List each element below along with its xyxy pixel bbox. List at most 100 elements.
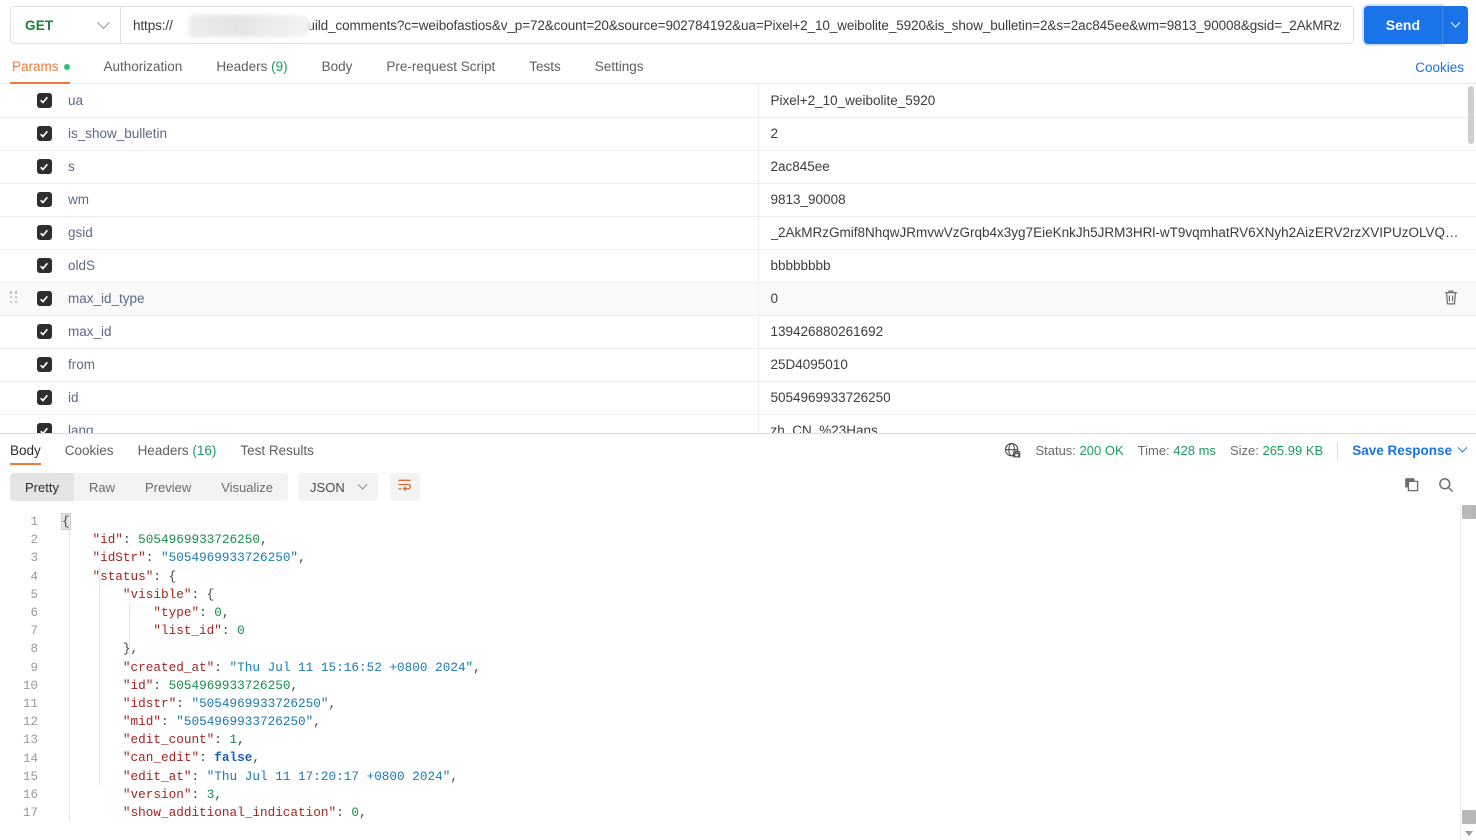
param-value[interactable]: bbbbbbbb — [771, 258, 1461, 273]
param-checkbox[interactable] — [36, 92, 52, 108]
param-checkbox[interactable] — [36, 357, 52, 372]
param-key[interactable]: max_id_type — [68, 291, 145, 306]
param-value[interactable]: 2 — [771, 126, 1461, 141]
line-number: 11 — [22, 697, 38, 712]
copy-icon[interactable] — [1404, 477, 1420, 498]
row-drag-handle[interactable] — [0, 183, 30, 217]
line-number: 12 — [22, 715, 38, 730]
save-response-button[interactable]: Save Response — [1352, 442, 1468, 458]
param-value[interactable]: Pixel+2_10_weibolite_5920 — [771, 93, 1461, 108]
param-value[interactable]: zh_CN_%23Hans — [771, 423, 1461, 433]
tab-tests[interactable]: Tests — [527, 59, 571, 83]
scrollbar-thumb-bottom[interactable] — [1462, 810, 1476, 824]
search-icon[interactable] — [1438, 477, 1454, 498]
body-view-visualize[interactable]: Visualize — [206, 473, 288, 501]
postman-window: GET https:// 2/comments/build_comments?c… — [0, 0, 1476, 840]
param-checkbox[interactable] — [36, 192, 52, 207]
row-drag-handle[interactable] — [0, 282, 30, 316]
send-options-button[interactable] — [1442, 6, 1468, 44]
table-row[interactable]: id 5054969933726250 — [0, 381, 1476, 415]
tab-params[interactable]: Params — [10, 59, 80, 84]
request-tabs: Params Authorization Headers (9) Body Pr… — [0, 50, 1476, 84]
response-meta: Status: 200 OK Time: 428 ms Size: 265.99… — [1004, 441, 1468, 460]
param-checkbox[interactable] — [36, 291, 52, 306]
row-drag-handle[interactable] — [0, 117, 30, 151]
row-drag-handle[interactable] — [0, 315, 30, 349]
param-value[interactable]: 9813_90008 — [771, 192, 1461, 207]
table-row[interactable]: oldS bbbbbbbb — [0, 249, 1476, 283]
row-drag-handle[interactable] — [0, 84, 30, 118]
table-row[interactable]: lang zh_CN_%23Hans — [0, 414, 1476, 433]
table-row[interactable]: max_id 139426880261692 — [0, 315, 1476, 349]
code-fold-column[interactable] — [48, 507, 62, 840]
param-value[interactable]: _2AkMRzGmif8NhqwJRmvwVzGrqb4x3yg7EieKnkJ… — [771, 225, 1461, 240]
param-key[interactable]: ua — [68, 93, 83, 108]
param-value[interactable]: 2ac845ee — [771, 159, 1461, 174]
code-line: "list_id": 0 — [153, 623, 245, 639]
param-checkbox[interactable] — [36, 258, 52, 273]
param-checkbox[interactable] — [36, 423, 52, 433]
param-key[interactable]: wm — [68, 192, 89, 207]
body-view-pretty[interactable]: Pretty — [10, 473, 74, 501]
param-value[interactable]: 139426880261692 — [771, 324, 1461, 339]
word-wrap-button[interactable] — [389, 473, 420, 501]
param-key[interactable]: is_show_bulletin — [68, 126, 167, 141]
code-vertical-scrollbar[interactable] — [1460, 505, 1476, 840]
row-drag-handle[interactable] — [0, 216, 30, 250]
code-content[interactable]: { "id": 5054969933726250, "idStr": "5054… — [61, 507, 1476, 840]
code-line: "status": { — [92, 568, 177, 584]
param-key[interactable]: lang — [68, 423, 94, 433]
table-row[interactable]: max_id_type 0 — [0, 282, 1476, 316]
query-params-table: ua Pixel+2_10_weibolite_5920 is_show_bulle… — [0, 84, 1476, 433]
param-value[interactable]: 25D4095010 — [771, 357, 1461, 372]
param-checkbox[interactable] — [36, 126, 52, 141]
table-row[interactable]: wm 9813_90008 — [0, 183, 1476, 217]
url-input[interactable]: https:// 2/comments/build_comments?c=wei… — [120, 6, 1354, 44]
param-key[interactable]: max_id — [68, 324, 112, 339]
row-drag-handle[interactable] — [0, 150, 30, 184]
table-row[interactable]: ua Pixel+2_10_weibolite_5920 — [0, 84, 1476, 118]
table-row[interactable]: is_show_bulletin 2 — [0, 117, 1476, 151]
param-key[interactable]: from — [68, 357, 95, 372]
tab-pre-request-script[interactable]: Pre-request Script — [384, 59, 505, 83]
row-drag-handle[interactable] — [0, 381, 30, 415]
cookies-link[interactable]: Cookies — [1415, 60, 1464, 75]
trash-icon[interactable] — [1444, 289, 1458, 308]
row-drag-handle[interactable] — [0, 348, 30, 382]
send-button[interactable]: Send — [1361, 4, 1445, 46]
tab-authorization[interactable]: Authorization — [102, 59, 193, 83]
tab-body[interactable]: Body — [320, 59, 363, 83]
response-tab-test-results[interactable]: Test Results — [240, 435, 314, 467]
body-view-raw[interactable]: Raw — [74, 473, 130, 501]
http-method-selector[interactable]: GET — [10, 6, 120, 44]
param-key[interactable]: s — [68, 159, 75, 174]
response-tab-cookies[interactable]: Cookies — [65, 435, 114, 467]
line-number: 9 — [30, 660, 38, 675]
response-body-code[interactable]: 1 2 3 4 5 6 7 8 9 10 11 12 13 14 15 16 17 { "id": 505496… — [0, 507, 1476, 840]
param-key[interactable]: oldS — [68, 258, 95, 273]
table-row[interactable]: from 25D4095010 — [0, 348, 1476, 382]
body-view-preview[interactable]: Preview — [130, 473, 206, 501]
param-checkbox[interactable] — [36, 159, 52, 174]
param-key[interactable]: id — [68, 390, 79, 405]
table-row[interactable]: s 2ac845ee — [0, 150, 1476, 184]
response-tab-body[interactable]: Body — [10, 435, 41, 467]
param-checkbox[interactable] — [36, 324, 52, 339]
response-tab-headers[interactable]: Headers (16) — [138, 435, 217, 467]
table-row[interactable]: gsid _2AkMRzGmif8NhqwJRmvwVzGrqb4x3yg7Eie… — [0, 216, 1476, 250]
row-drag-handle[interactable] — [0, 414, 30, 433]
params-scrollbar-thumb[interactable] — [1468, 86, 1474, 144]
tab-headers[interactable]: Headers (9) — [214, 59, 297, 83]
scroll-down-arrow-icon[interactable] — [1461, 826, 1476, 840]
code-line: "id": 5054969933726250, — [92, 532, 268, 548]
body-format-select[interactable]: JSON — [298, 473, 378, 501]
tab-settings[interactable]: Settings — [593, 59, 654, 83]
param-checkbox[interactable] — [36, 225, 52, 240]
time-text: Time: 428 ms — [1138, 443, 1216, 458]
scrollbar-thumb[interactable] — [1462, 505, 1476, 519]
param-key[interactable]: gsid — [68, 225, 93, 240]
param-value[interactable]: 5054969933726250 — [771, 390, 1461, 405]
param-value[interactable]: 0 — [771, 291, 1461, 306]
row-drag-handle[interactable] — [0, 249, 30, 283]
param-checkbox[interactable] — [36, 390, 52, 405]
